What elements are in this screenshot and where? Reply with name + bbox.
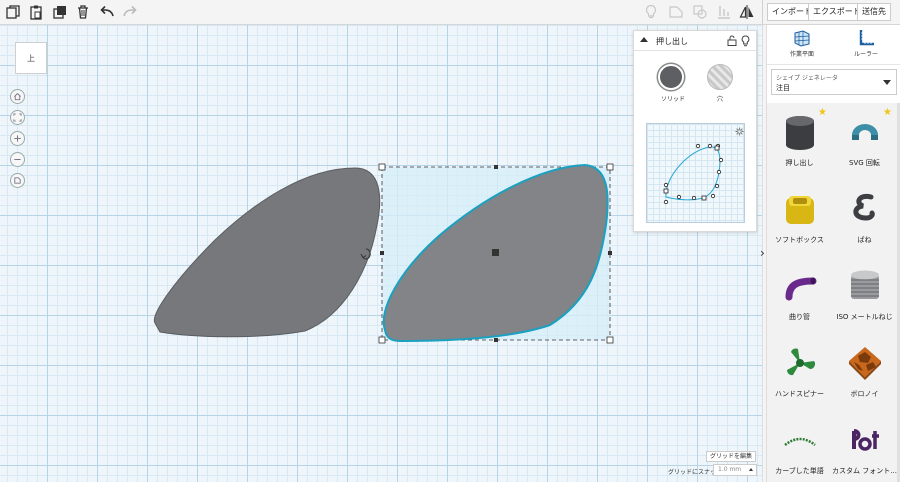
inspector-header: 押し出し <box>634 31 756 51</box>
undo-icon[interactable] <box>99 4 115 20</box>
star-icon[interactable]: ★ <box>818 108 827 118</box>
shape-tile-curved-text[interactable]: カーブした単語 <box>767 411 832 482</box>
copy-icon[interactable] <box>5 4 21 20</box>
bulb-icon[interactable] <box>741 35 750 47</box>
chevron-up-icon <box>749 468 753 471</box>
hide-icon[interactable] <box>668 4 684 20</box>
workplane-tool[interactable]: 作業平面 <box>777 29 827 58</box>
ruler-tool[interactable]: ルーラー <box>841 29 891 58</box>
group-icon[interactable] <box>692 4 708 20</box>
soft-box-shape-icon <box>786 196 814 224</box>
paste-icon[interactable] <box>28 4 44 20</box>
collapse-caret-icon[interactable] <box>640 37 648 42</box>
bulb-icon[interactable] <box>643 4 659 20</box>
shape-tile-label: ハンドスピナー <box>775 390 824 398</box>
shape-generator-select[interactable]: シェイプ ジェネレータ 注目 <box>771 69 897 95</box>
svg-revolve-shape-icon <box>852 124 878 140</box>
panel-tools: 作業平面 ルーラー <box>767 25 900 65</box>
hole-mode-button[interactable] <box>707 64 733 90</box>
ruler-label: ルーラー <box>853 51 878 58</box>
chevron-down-icon <box>883 80 891 85</box>
edit-grid-button[interactable]: グリッドを編集 <box>706 451 756 462</box>
shape-generator-label: シェイプ ジェネレータ <box>776 75 838 82</box>
shape-tile-label: 押し出し <box>785 159 814 167</box>
shape-tile-label: カーブした単語 <box>775 467 824 475</box>
toolbar-divider <box>762 0 763 25</box>
shape-tile-hand-spinner[interactable]: ハンドスピナー <box>767 334 832 411</box>
hole-label: 穴 <box>717 96 724 103</box>
shape-tile-label: ボロノイ <box>850 390 879 398</box>
shape-gallery: ★ 押し出し ★ SVG 回転 ソフトボックス ばね 曲り管 ISO メートルね… <box>767 103 897 482</box>
unlock-icon[interactable] <box>727 35 737 46</box>
trash-icon[interactable] <box>75 4 91 20</box>
workplane-icon <box>794 30 810 47</box>
snap-grid-select[interactable]: 1.0 mm <box>713 464 757 476</box>
duplicate-icon[interactable] <box>52 4 68 20</box>
redo-icon[interactable] <box>122 4 138 20</box>
shape-tile-iso-screw[interactable]: ISO メートルねじ <box>832 257 897 334</box>
shape-tile-bent-pipe[interactable]: 曲り管 <box>767 257 832 334</box>
workplane-label: 作業平面 <box>789 51 814 58</box>
snap-grid-value: 1.0 mm <box>718 466 742 473</box>
mirror-icon[interactable] <box>739 4 755 20</box>
solid-label: ソリッド <box>661 96 686 103</box>
shape-tile-svg-revolve[interactable]: ★ SVG 回転 <box>832 103 897 180</box>
shape-inspector: 押し出し ソリッド 穴 <box>633 30 757 232</box>
spring-shape-icon <box>853 193 875 221</box>
shape-tile-soft-box[interactable]: ソフトボックス <box>767 180 832 257</box>
send-to-button[interactable]: 送信先 <box>857 3 891 21</box>
shape-tile-label: ソフトボックス <box>775 236 824 244</box>
inspector-title: 押し出し <box>656 37 688 46</box>
profile-editor[interactable] <box>646 123 745 223</box>
ruler-icon <box>859 30 874 46</box>
top-toolbar: インポート エクスポート 送信先 <box>0 0 900 25</box>
extrude-shape-left[interactable] <box>153 167 381 338</box>
align-icon[interactable] <box>716 4 732 20</box>
star-icon[interactable]: ★ <box>883 108 892 118</box>
shape-tile-spring[interactable]: ばね <box>832 180 897 257</box>
solid-mode-button[interactable] <box>658 64 684 90</box>
center-handle[interactable] <box>492 249 499 256</box>
hand-spinner-shape-icon <box>786 348 815 376</box>
shape-tile-label: 曲り管 <box>789 313 810 321</box>
bent-pipe-shape-icon <box>785 277 817 301</box>
custom-font-shape-icon <box>852 429 879 451</box>
shapes-panel: 作業平面 ルーラー シェイプ ジェネレータ 注目 ★ 押し出し ★ SVG 回転… <box>766 25 900 482</box>
shape-generator-value: 注目 <box>776 84 790 92</box>
shape-tile-label: SVG 回転 <box>849 159 880 167</box>
profile-curve <box>663 143 724 205</box>
shape-tile-custom-font[interactable]: カスタム フォント... <box>832 411 897 482</box>
curved-text-shape-icon <box>784 437 816 447</box>
iso-screw-shape-icon <box>851 270 879 299</box>
shape-tile-label: カスタム フォント... <box>832 467 897 475</box>
voronoi-shape-icon <box>849 347 881 380</box>
shape-tile-voronoi[interactable]: ボロノイ <box>832 334 897 411</box>
shape-tile-label: ISO メートルねじ <box>836 313 893 321</box>
shape-tile-label: ばね <box>857 236 872 244</box>
extrude-shape-icon <box>786 116 814 150</box>
shape-tile-extrude[interactable]: ★ 押し出し <box>767 103 832 180</box>
collapse-panel-arrow-icon[interactable]: › <box>760 246 765 260</box>
